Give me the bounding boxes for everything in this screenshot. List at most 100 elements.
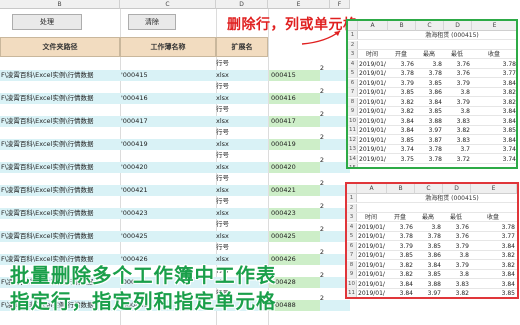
- inset-data-cell[interactable]: 3.86: [416, 88, 444, 96]
- inset-data-cell[interactable]: 3.85: [387, 299, 415, 300]
- inset-column-header[interactable]: E: [472, 21, 516, 31]
- inset-data-cell[interactable]: 3.79: [388, 79, 416, 87]
- row-path-cell[interactable]: F\凌霄百科\Excel实例\行情数据: [0, 185, 118, 197]
- inset-column-header[interactable]: C: [415, 184, 443, 194]
- row-number[interactable]: 11: [347, 289, 357, 297]
- inset-column-header[interactable]: D: [444, 21, 472, 31]
- inset-data-cell[interactable]: 3.78: [387, 232, 415, 240]
- table-row[interactable]: F\凌霄百科\Excel实例\行情数据 '000419 xlsx 000419: [0, 138, 350, 151]
- row-ext-cell[interactable]: xlsx: [216, 93, 266, 105]
- inset-data-cell[interactable]: 3.7: [444, 145, 472, 153]
- select-all-corner[interactable]: [347, 184, 357, 194]
- inset-data-cell[interactable]: 3.76: [443, 223, 471, 231]
- inset-data-cell[interactable]: 2019/01/: [357, 270, 387, 278]
- inset-data-cell[interactable]: 3.85: [472, 126, 516, 134]
- row-code-cell[interactable]: '000415: [121, 70, 211, 82]
- table-row[interactable]: F\凌霄百科\Excel实例\行情数据 '000423 xlsx 000423: [0, 207, 350, 220]
- inset-data-cell[interactable]: 3.84: [388, 126, 416, 134]
- row-num-cell[interactable]: 000416: [268, 92, 320, 104]
- inset-data-cell[interactable]: 3.79: [443, 242, 471, 250]
- inset-header-cell[interactable]: 时间: [358, 50, 388, 58]
- inset-data-cell[interactable]: 3.85: [415, 242, 443, 250]
- inset-data-cell[interactable]: 2019/01/: [357, 299, 387, 300]
- inset-data-cell[interactable]: 3.97: [416, 126, 444, 134]
- row-num-cell[interactable]: 000415: [268, 69, 320, 81]
- inset-data-cell[interactable]: 2019/01/: [357, 232, 387, 240]
- inset-data-cell[interactable]: 2019/01/: [358, 88, 388, 96]
- inset-data-cell[interactable]: 3.85: [415, 270, 443, 278]
- inset-column-header[interactable]: B: [387, 184, 415, 194]
- row-number[interactable]: 4: [347, 222, 357, 231]
- row-type-cell[interactable]: 行号: [216, 127, 266, 139]
- row-path-cell[interactable]: F\凌霄百科\Excel实例\行情数据: [0, 116, 118, 128]
- inset-data-cell[interactable]: 3.8: [444, 107, 472, 115]
- inset-data-cell[interactable]: 3.84: [387, 280, 415, 288]
- inset-header-cell[interactable]: 最低: [443, 213, 471, 221]
- row-path-cell[interactable]: F\凌霄百科\Excel实例\行情数据: [0, 70, 118, 82]
- inset-data-cell[interactable]: 3.84: [388, 117, 416, 125]
- inset-data-cell[interactable]: 3.85: [388, 136, 416, 144]
- inset-data-cell[interactable]: 3.77: [471, 232, 517, 240]
- row-type-cell[interactable]: 行号: [216, 58, 266, 70]
- inset-data-cell[interactable]: 2019/01/: [357, 261, 387, 269]
- inset-data-cell[interactable]: 3.83: [443, 280, 471, 288]
- inset-data-cell[interactable]: 3.82: [444, 126, 472, 134]
- inset-data-cell[interactable]: 3.74: [388, 145, 416, 153]
- row-ext-cell[interactable]: xlsx: [216, 208, 266, 220]
- inset-data-cell[interactable]: 3.85: [387, 251, 415, 259]
- inset-header-cell[interactable]: 开盘: [387, 213, 415, 221]
- row-number[interactable]: 12: [348, 135, 358, 144]
- inset-data-cell[interactable]: 3.8: [444, 88, 472, 96]
- inset-data-cell[interactable]: 2019/01/: [358, 79, 388, 87]
- row-code-cell[interactable]: '000419: [121, 139, 211, 151]
- inset-header-cell[interactable]: 时间: [357, 213, 387, 221]
- row-number[interactable]: 10: [348, 116, 358, 125]
- inset-data-cell[interactable]: 3.76: [444, 69, 472, 77]
- inset-data-cell[interactable]: 3.83: [444, 136, 472, 144]
- inset-data-cell[interactable]: 3.76: [388, 60, 416, 68]
- inset-data-cell[interactable]: 3.88: [415, 280, 443, 288]
- row-number[interactable]: 6: [348, 78, 358, 87]
- column-header-d[interactable]: D: [216, 0, 268, 9]
- inset-data-cell[interactable]: 3.77: [472, 69, 516, 77]
- inset-data-cell[interactable]: 3.8: [443, 251, 471, 259]
- inset-data-cell[interactable]: 3.83: [444, 117, 472, 125]
- row-number[interactable]: 12: [347, 299, 357, 300]
- inset-data-cell[interactable]: 3.79: [444, 79, 472, 87]
- inset-column-header[interactable]: E: [471, 184, 517, 194]
- inset-header-cell[interactable]: 最高: [416, 50, 444, 58]
- inset-data-cell[interactable]: 2019/01/: [358, 155, 388, 163]
- inset-data-cell[interactable]: 3.76: [387, 223, 415, 231]
- row-num-cell[interactable]: 000420: [268, 161, 320, 173]
- row-num-cell[interactable]: 000423: [268, 207, 320, 219]
- inset-data-cell[interactable]: 3.84: [416, 98, 444, 106]
- table-row[interactable]: F\凌霄百科\Excel实例\行情数据 '000415 xlsx 000415: [0, 69, 350, 82]
- row-number[interactable]: 9: [348, 107, 358, 115]
- row-number[interactable]: 13: [348, 145, 358, 153]
- inset-data-cell[interactable]: 3.82: [471, 261, 517, 269]
- row-type-cell[interactable]: 行号: [216, 173, 266, 185]
- inset-data-cell[interactable]: 3.87: [416, 136, 444, 144]
- inset-data-cell[interactable]: 3.8: [415, 223, 443, 231]
- column-header-f[interactable]: F: [330, 0, 350, 9]
- inset-data-cell[interactable]: 3.87: [415, 299, 443, 300]
- inset-data-cell[interactable]: 2019/01/: [357, 289, 387, 297]
- inset-data-cell[interactable]: 2019/01/: [358, 136, 388, 144]
- inset-column-header[interactable]: A: [357, 184, 387, 194]
- column-header-e[interactable]: E: [268, 0, 330, 9]
- inset-data-cell[interactable]: 3.84: [472, 107, 516, 115]
- inset-data-cell[interactable]: 2019/01/: [358, 69, 388, 77]
- row-num-cell[interactable]: 000417: [268, 115, 320, 127]
- inset-data-cell[interactable]: 3.84: [471, 280, 517, 288]
- row-number[interactable]: 15: [348, 164, 358, 167]
- inset-data-cell[interactable]: 3.84: [472, 117, 516, 125]
- inset-data-cell[interactable]: 3.82: [471, 251, 517, 259]
- row-num-cell[interactable]: 000419: [268, 138, 320, 150]
- inset-column-header[interactable]: A: [358, 21, 388, 31]
- inset-data-cell[interactable]: 2019/01/: [358, 107, 388, 115]
- inset-data-cell[interactable]: 3.85: [416, 107, 444, 115]
- process-button[interactable]: 处理: [12, 14, 82, 30]
- inset-data-cell[interactable]: 3.84: [471, 242, 517, 250]
- inset-data-cell[interactable]: 3.83: [443, 299, 471, 300]
- row-path-cell[interactable]: F\凌霄百科\Excel实例\行情数据: [0, 93, 118, 105]
